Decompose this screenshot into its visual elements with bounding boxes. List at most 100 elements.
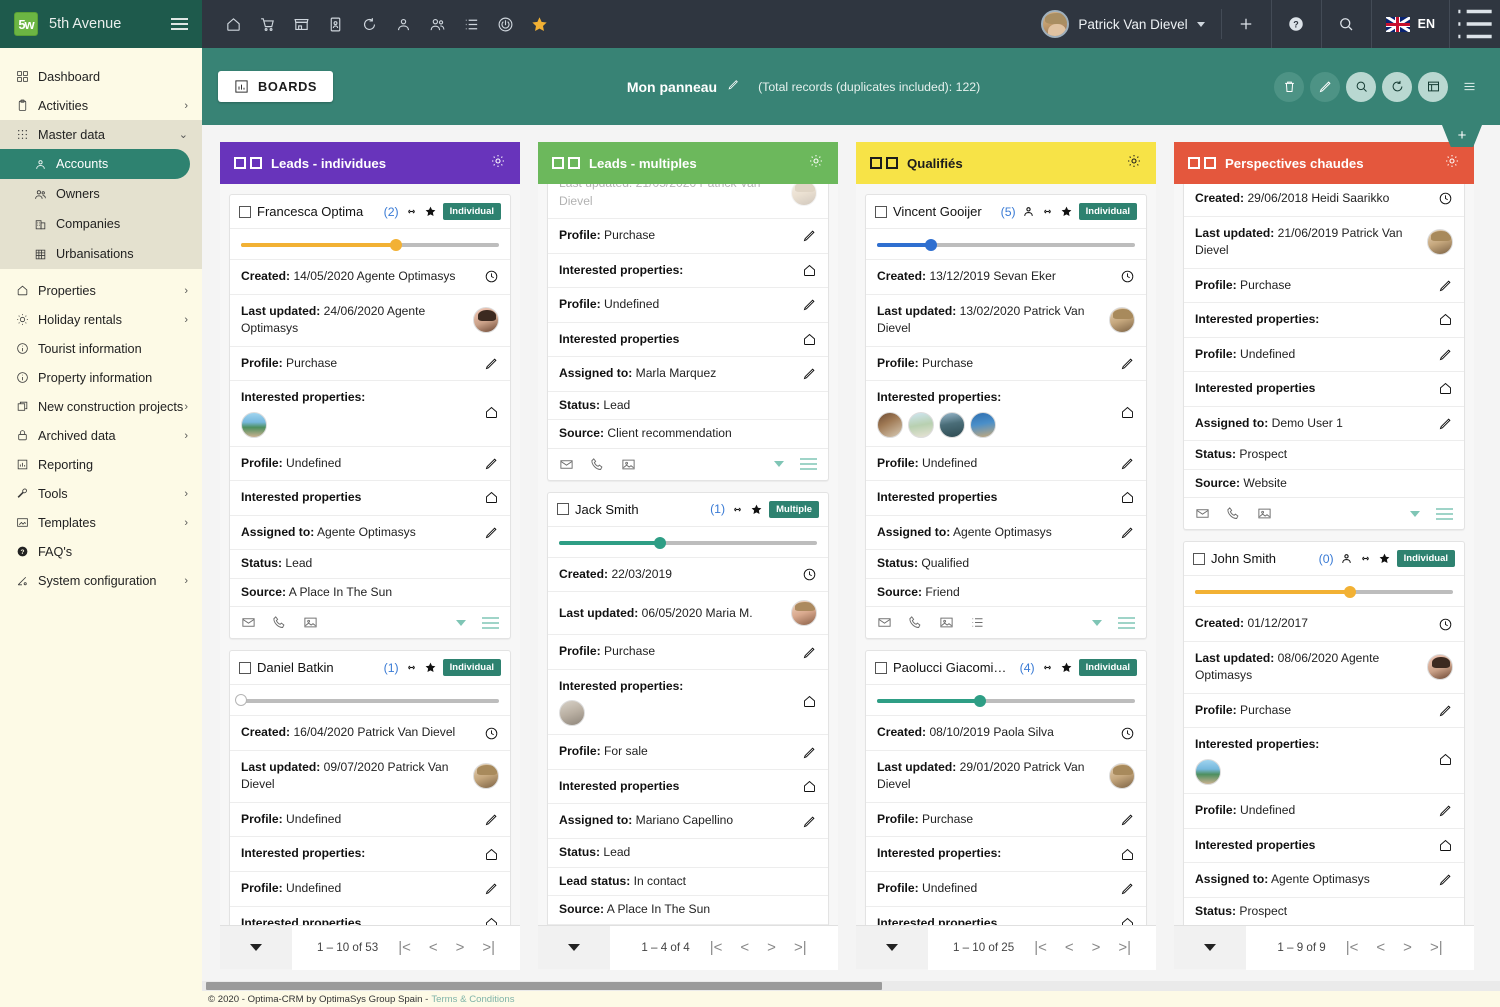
edit-icon[interactable] — [1438, 703, 1453, 718]
contact-card-icon[interactable] — [320, 9, 350, 39]
star-icon[interactable] — [750, 503, 763, 516]
menu-icon[interactable] — [1436, 508, 1453, 520]
next-page-button[interactable]: > — [767, 939, 776, 956]
link-icon[interactable] — [405, 661, 418, 674]
edit-icon[interactable] — [802, 814, 817, 829]
cart-icon[interactable] — [252, 9, 282, 39]
edit-icon[interactable] — [1438, 416, 1453, 431]
edit-icon[interactable] — [1310, 72, 1340, 102]
sidebar-item-urbanisations[interactable]: Urbanisations — [0, 239, 202, 269]
sidebar-item-tools[interactable]: Tools › — [0, 479, 202, 508]
search-icon[interactable] — [1346, 72, 1376, 102]
image-icon[interactable] — [1257, 506, 1272, 521]
house-icon[interactable] — [802, 263, 817, 278]
card-checkbox[interactable] — [239, 662, 251, 674]
house-icon[interactable] — [1120, 847, 1135, 862]
property-thumbnails[interactable] — [559, 700, 794, 726]
property-thumbnail[interactable] — [908, 412, 934, 438]
card[interactable]: Vincent Gooijer (5) Individual Created: … — [865, 194, 1147, 639]
edit-icon[interactable] — [802, 645, 817, 660]
page-size-selector[interactable] — [1174, 944, 1246, 951]
column-checkboxes[interactable] — [870, 157, 898, 169]
first-page-button[interactable]: |< — [710, 939, 723, 956]
link-icon[interactable] — [405, 205, 418, 218]
first-page-button[interactable]: |< — [1034, 939, 1047, 956]
star-icon[interactable] — [1060, 205, 1073, 218]
page-size-selector[interactable] — [538, 944, 610, 951]
clock-icon[interactable] — [802, 567, 817, 582]
property-thumbnail[interactable] — [559, 700, 585, 726]
edit-icon[interactable] — [1120, 356, 1135, 371]
star-icon[interactable] — [1378, 552, 1391, 565]
menu-icon[interactable] — [800, 458, 817, 470]
property-thumbnail[interactable] — [877, 412, 903, 438]
star-icon[interactable] — [424, 661, 437, 674]
house-icon[interactable] — [1438, 381, 1453, 396]
card[interactable]: Francesca Optima (2) Individual Created:… — [229, 194, 511, 639]
chevron-down-icon[interactable] — [774, 461, 784, 467]
prev-page-button[interactable]: < — [740, 939, 749, 956]
chevron-down-icon[interactable] — [456, 620, 466, 626]
last-page-button[interactable]: >| — [1118, 939, 1131, 956]
sidebar-item-activities[interactable]: Activities › — [0, 91, 202, 120]
clock-icon[interactable] — [484, 726, 499, 741]
menu-icon[interactable] — [482, 617, 499, 629]
person-icon[interactable] — [388, 9, 418, 39]
progress-slider[interactable] — [1184, 576, 1464, 606]
add-button[interactable] — [1222, 0, 1272, 48]
sidebar-item-accounts[interactable]: Accounts — [0, 149, 190, 179]
refresh-icon[interactable] — [354, 9, 384, 39]
progress-slider[interactable] — [548, 527, 828, 557]
card[interactable]: Created: 29/06/2018 Heidi Saarikko Last … — [1183, 184, 1465, 530]
chevron-down-icon[interactable] — [1092, 620, 1102, 626]
edit-icon[interactable] — [727, 78, 740, 96]
sidebar-item-properties[interactable]: Properties › — [0, 276, 202, 305]
sidebar-item-reporting[interactable]: Reporting — [0, 450, 202, 479]
edit-icon[interactable] — [1120, 812, 1135, 827]
first-page-button[interactable]: |< — [1346, 939, 1359, 956]
user-menu-button[interactable]: Patrick Van Dievel — [1025, 9, 1221, 39]
card-checkbox[interactable] — [1193, 553, 1205, 565]
card[interactable]: John Smith (0) Individual Created: 01/12… — [1183, 541, 1465, 969]
list-menu-icon[interactable] — [1450, 0, 1500, 48]
card-checkbox[interactable] — [239, 206, 251, 218]
sidebar-item-owners[interactable]: Owners — [0, 179, 202, 209]
edit-icon[interactable] — [1438, 278, 1453, 293]
clock-icon[interactable] — [1438, 191, 1453, 206]
card-checkbox[interactable] — [875, 206, 887, 218]
property-thumbnails[interactable] — [241, 412, 476, 438]
search-icon[interactable] — [1322, 0, 1372, 48]
gear-icon[interactable] — [808, 153, 824, 174]
image-icon[interactable] — [939, 615, 954, 630]
clock-icon[interactable] — [1120, 726, 1135, 741]
sidebar-toggle-button[interactable] — [171, 18, 188, 30]
house-icon[interactable] — [802, 779, 817, 794]
table-icon[interactable] — [1418, 72, 1448, 102]
sidebar-item-archived-data[interactable]: Archived data › — [0, 421, 202, 450]
person-icon[interactable] — [1340, 552, 1353, 565]
card[interactable]: Paolucci Giacomi… (4) Individual Created… — [865, 650, 1147, 941]
card[interactable]: Jack Smith (1) Multiple Created: 22/03/2… — [547, 492, 829, 957]
scrollbar-thumb[interactable] — [206, 982, 882, 990]
card[interactable]: Daniel Batkin (1) Individual Created: 16… — [229, 650, 511, 969]
property-thumbnail[interactable] — [939, 412, 965, 438]
last-page-button[interactable]: >| — [1430, 939, 1443, 956]
edit-icon[interactable] — [1120, 881, 1135, 896]
property-thumbnail[interactable] — [1195, 759, 1221, 785]
mail-icon[interactable] — [1195, 506, 1210, 521]
last-page-button[interactable]: >| — [482, 939, 495, 956]
list-icon[interactable] — [456, 9, 486, 39]
phone-icon[interactable] — [272, 615, 287, 630]
list-icon[interactable] — [970, 615, 985, 630]
mail-icon[interactable] — [559, 457, 574, 472]
menu-icon[interactable] — [1118, 617, 1135, 629]
edit-icon[interactable] — [1120, 456, 1135, 471]
edit-icon[interactable] — [1120, 525, 1135, 540]
store-icon[interactable] — [286, 9, 316, 39]
property-thumbnails[interactable] — [1195, 759, 1430, 785]
sidebar-item-system-configuration[interactable]: System configuration › — [0, 566, 202, 595]
sidebar-item-faqs[interactable]: ? FAQ's — [0, 537, 202, 566]
house-icon[interactable] — [1120, 405, 1135, 420]
column-checkboxes[interactable] — [552, 157, 580, 169]
property-thumbnail[interactable] — [970, 412, 996, 438]
